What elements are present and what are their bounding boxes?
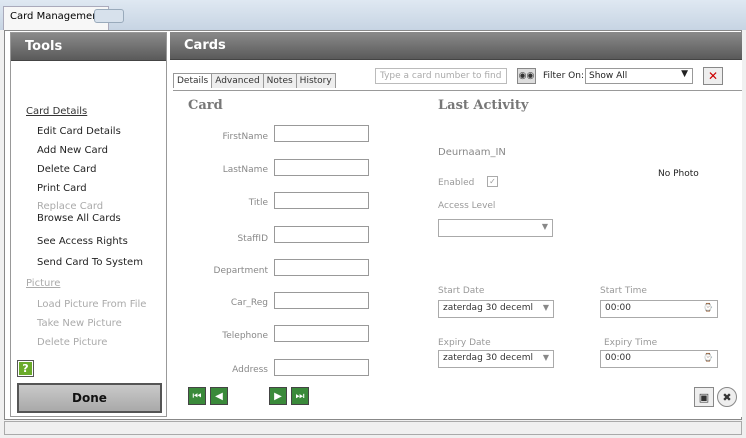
clock-icon[interactable]: ⌚: [703, 353, 713, 362]
reader-name: Deurnaam_IN: [438, 147, 506, 158]
expiry-date-value: zaterdag 30 deceml: [443, 353, 533, 363]
tools-panel: Tools Card Details Edit Card Details Add…: [10, 32, 167, 417]
title-label: Title: [248, 198, 268, 208]
access-level-label: Access Level: [438, 201, 496, 211]
filter-label: Filter On:: [543, 71, 584, 81]
replace-card-link[interactable]: Replace Card: [37, 201, 103, 212]
address-label: Address: [232, 365, 268, 375]
lastname-label: LastName: [222, 165, 268, 175]
department-label: Department: [213, 266, 268, 276]
telephone-label: Telephone: [222, 331, 268, 341]
binoculars-icon[interactable]: ◉◉: [517, 68, 536, 84]
status-bar: [4, 421, 742, 435]
firstname-field[interactable]: [274, 125, 369, 142]
window-titlebar: Card Management: [0, 0, 746, 30]
staffid-field[interactable]: [274, 226, 369, 243]
chevron-down-icon: ▼: [542, 353, 549, 362]
tab-bar: Details Advanced Notes History: [173, 73, 336, 88]
add-new-card-link[interactable]: Add New Card: [37, 145, 108, 156]
chevron-down-icon: ▼: [541, 222, 548, 231]
access-level-select[interactable]: ▼: [438, 219, 553, 237]
first-record-icon[interactable]: ⏮: [188, 387, 206, 405]
card-search-input[interactable]: Type a card number to find: [375, 68, 507, 84]
card-heading: Card: [188, 98, 223, 113]
start-time-value: 00:00: [605, 303, 631, 313]
cancel-icon[interactable]: ✖: [717, 387, 737, 407]
picture-section[interactable]: Picture: [26, 278, 60, 289]
expiry-time-value: 00:00: [605, 353, 631, 363]
tab-history[interactable]: History: [295, 73, 336, 88]
load-picture-link[interactable]: Load Picture From File: [37, 299, 146, 310]
delete-picture-link[interactable]: Delete Picture: [37, 337, 107, 348]
tab-advanced[interactable]: Advanced: [211, 73, 264, 88]
expiry-time-field[interactable]: 00:00 ⌚: [600, 350, 718, 368]
start-time-field[interactable]: 00:00 ⌚: [600, 300, 718, 318]
tab-notes[interactable]: Notes: [262, 73, 297, 88]
print-card-link[interactable]: Print Card: [37, 183, 87, 194]
department-field[interactable]: [274, 259, 369, 276]
last-record-icon[interactable]: ⏭: [291, 387, 309, 405]
no-photo-label: No Photo: [658, 169, 699, 179]
filter-value: Show All: [589, 71, 628, 81]
title-field[interactable]: [274, 192, 369, 209]
see-access-rights-link[interactable]: See Access Rights: [37, 236, 128, 247]
tab-details[interactable]: Details: [173, 73, 213, 88]
help-icon: ?: [19, 362, 32, 375]
next-record-icon[interactable]: ▶: [269, 387, 287, 405]
enabled-label: Enabled: [438, 178, 475, 188]
expiry-time-label: Expiry Time: [604, 338, 658, 348]
last-activity-heading: Last Activity: [438, 98, 529, 113]
clear-filter-icon[interactable]: ✕: [703, 67, 723, 85]
telephone-field[interactable]: [274, 325, 369, 342]
chevron-down-icon: ▼: [542, 303, 549, 312]
clock-icon[interactable]: ⌚: [703, 303, 713, 312]
browse-all-cards-link[interactable]: Browse All Cards: [37, 213, 121, 224]
edit-card-details-link[interactable]: Edit Card Details: [37, 126, 121, 137]
firstname-label: FirstName: [222, 132, 269, 142]
take-new-picture-link[interactable]: Take New Picture: [37, 318, 122, 329]
help-button[interactable]: ?: [17, 360, 34, 377]
start-time-label: Start Time: [600, 286, 647, 296]
cards-panel: Cards Details Advanced Notes History Typ…: [170, 32, 742, 417]
cards-header: Cards: [170, 32, 742, 60]
filter-select[interactable]: Show All ▼: [585, 68, 693, 84]
start-date-label: Start Date: [438, 286, 485, 296]
card-details-section[interactable]: Card Details: [26, 106, 87, 117]
enabled-checkbox[interactable]: ✓: [487, 176, 498, 187]
send-card-to-system-link[interactable]: Send Card To System: [37, 257, 143, 268]
car-reg-field[interactable]: [274, 292, 369, 309]
done-button[interactable]: Done: [17, 383, 162, 413]
start-date-picker[interactable]: zaterdag 30 deceml ▼: [438, 300, 554, 318]
previous-record-icon[interactable]: ◀: [210, 387, 228, 405]
expiry-date-label: Expiry Date: [438, 338, 491, 348]
tab-divider: [173, 90, 742, 91]
address-field[interactable]: [274, 359, 369, 376]
start-date-value: zaterdag 30 deceml: [443, 303, 533, 313]
lastname-field[interactable]: [274, 159, 369, 176]
expiry-date-picker[interactable]: zaterdag 30 deceml ▼: [438, 350, 554, 368]
save-icon[interactable]: ▣: [694, 387, 714, 407]
tools-header: Tools: [11, 33, 166, 61]
chevron-down-icon: ▼: [681, 69, 688, 79]
main-frame: Tools Card Details Edit Card Details Add…: [4, 30, 742, 420]
delete-card-link[interactable]: Delete Card: [37, 164, 96, 175]
staffid-label: StaffID: [237, 234, 268, 244]
titlebar-decoration: [94, 9, 124, 23]
car-reg-label: Car_Reg: [230, 298, 268, 308]
